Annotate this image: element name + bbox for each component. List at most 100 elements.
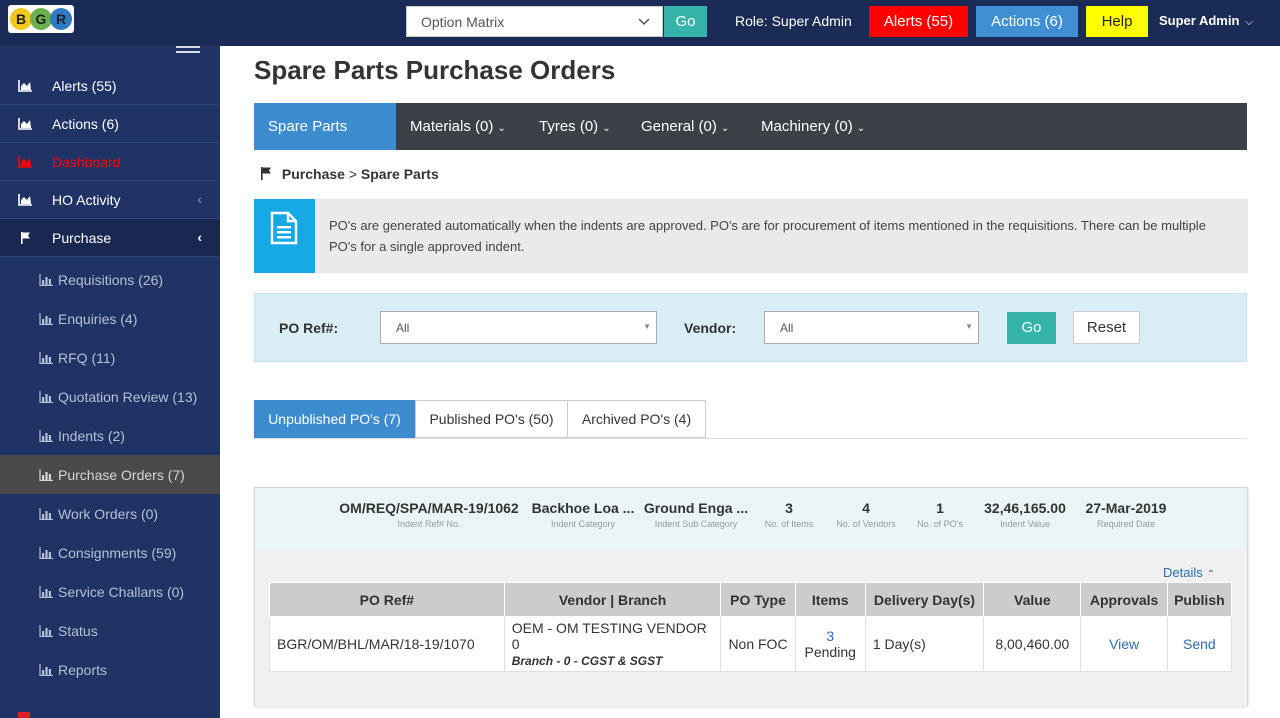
details-toggle[interactable]: Details ⌃ (1163, 565, 1215, 580)
indent-category-key: Indent Category (550, 519, 616, 529)
send-publish-link[interactable]: Send (1183, 636, 1216, 652)
sidebar-subitem-label: Quotation Review (13) (58, 389, 198, 405)
column-header: Approvals (1080, 582, 1168, 617)
area-chart-icon (18, 118, 32, 130)
indent-value-value: 32,46,165.00 (984, 500, 1066, 516)
sidebar-subitem-label: RFQ (11) (58, 350, 116, 366)
indent-summary: OM/REQ/SPA/MAR-19/1062 Indent Ref# No. Ba… (255, 488, 1247, 549)
vendor-select[interactable]: All ▼ (764, 311, 979, 344)
svg-text:G: G (36, 11, 47, 27)
column-header: Items (794, 582, 866, 617)
items-count-link[interactable]: 3 (803, 628, 858, 644)
user-menu[interactable]: Super Admin ⌵ (1159, 13, 1253, 28)
tab-tyres[interactable]: Tyres (0) ⌄ (525, 103, 625, 150)
po-type-cell: Non FOC (720, 616, 796, 672)
bar-chart-icon (39, 469, 53, 481)
view-approvals-link[interactable]: View (1109, 636, 1139, 652)
info-callout: PO's are generated automatically when th… (254, 199, 1248, 273)
svg-text:R: R (56, 11, 66, 27)
tab-published-pos[interactable]: Published PO's (50) (415, 400, 568, 438)
sidebar-subitem-service-challans[interactable]: Service Challans (0) (0, 572, 220, 611)
sidebar-subitem-rfq[interactable]: RFQ (11) (0, 338, 220, 377)
indent-items: 3 No. of Items (757, 500, 821, 529)
sidebar-subitem-work-orders[interactable]: Work Orders (0) (0, 494, 220, 533)
hamburger-menu-icon[interactable] (176, 46, 200, 58)
sidebar-next-item-icon (18, 712, 30, 718)
chevron-up-icon: ⌃ (1206, 569, 1216, 580)
tab-machinery[interactable]: Machinery (0) ⌄ (747, 103, 879, 150)
sidebar-item-ho-activity[interactable]: HO Activity ‹ (0, 181, 220, 219)
page-title: Spare Parts Purchase Orders (254, 55, 616, 85)
indent-ref-no: OM/REQ/SPA/MAR-19/1062 Indent Ref# No. (333, 500, 525, 529)
indent-required-date-key: Required Date (1096, 519, 1156, 529)
indent-sub-category: Ground Enga ... Indent Sub Category (641, 500, 751, 529)
sidebar-subitem-indents[interactable]: Indents (2) (0, 416, 220, 455)
sidebar-item-label: Actions (6) (52, 116, 119, 132)
sidebar-subitem-status[interactable]: Status (0, 611, 220, 650)
breadcrumb-root[interactable]: Purchase (282, 166, 345, 182)
column-header: Value (983, 582, 1082, 617)
option-matrix-select[interactable]: Option Matrix (406, 6, 663, 37)
bar-chart-icon (39, 391, 53, 403)
sidebar-subitem-quotation-review[interactable]: Quotation Review (13) (0, 377, 220, 416)
vendor-cell: OEM - OM TESTING VENDOR 0 Branch - 0 - CG… (503, 616, 722, 672)
tab-unpublished-pos[interactable]: Unpublished PO's (7) (254, 400, 415, 438)
chevron-down-icon: ⌄ (602, 123, 611, 134)
approvals-cell: View (1080, 616, 1168, 672)
indent-vendors-value: 4 (862, 500, 870, 516)
role-label: Role: Super Admin (735, 13, 852, 29)
indent-card: OM/REQ/SPA/MAR-19/1062 Indent Ref# No. Ba… (254, 487, 1248, 706)
bgr-logo[interactable]: B G R (8, 5, 74, 33)
indent-pos: 1 No. of PO's (911, 500, 969, 529)
help-button[interactable]: Help (1086, 6, 1148, 37)
user-name: Super Admin (1159, 13, 1240, 28)
po-table: PO Ref# Vendor | Branch PO Type Items De… (269, 582, 1233, 672)
alerts-button[interactable]: Alerts (55) (869, 6, 968, 37)
po-ref-label: PO Ref#: (279, 320, 339, 336)
tab-archived-pos[interactable]: Archived PO's (4) (567, 400, 706, 438)
sidebar-subitem-consignments[interactable]: Consignments (59) (0, 533, 220, 572)
actions-button[interactable]: Actions (6) (976, 6, 1078, 37)
tab-label: Materials (0) (410, 118, 494, 135)
indent-details-body: Details ⌃ PO Ref# Vendor | Branch PO Type… (255, 549, 1247, 706)
sidebar-subitem-label: Service Challans (0) (58, 584, 185, 600)
indent-pos-key: No. of PO's (917, 519, 963, 529)
sidebar-subitem-label: Work Orders (0) (58, 506, 159, 522)
sidebar-item-purchase[interactable]: Purchase ‹ (0, 219, 220, 257)
chevron-down-icon: ⌄ (856, 123, 866, 134)
indent-sub-category-value: Ground Enga ... (643, 500, 749, 516)
tabs-divider (254, 438, 1247, 439)
bar-chart-icon (39, 274, 53, 286)
category-tabs: Spare Parts (7) ⌄ Materials (0) ⌄ Tyres (0… (254, 103, 1247, 182)
table-header-row: PO Ref# Vendor | Branch PO Type Items De… (269, 582, 1233, 617)
po-ref-select[interactable]: All ▼ (380, 311, 657, 344)
dropdown-arrow-icon: ▼ (965, 322, 973, 331)
filter-go-button[interactable]: Go (1007, 312, 1056, 344)
chevron-down-icon: ⌵ (1245, 17, 1254, 28)
indent-vendors-key: No. of Vendors (836, 519, 896, 529)
option-matrix-value: Option Matrix (421, 14, 505, 30)
chevron-down-icon (638, 18, 650, 26)
tab-general[interactable]: General (0) ⌄ (627, 103, 743, 150)
go-button[interactable]: Go (664, 6, 707, 37)
table-row: BGR/OM/BHL/MAR/18-19/1070 OEM - OM TESTI… (269, 616, 1233, 672)
sidebar-subitem-enquiries[interactable]: Enquiries (4) (0, 299, 220, 338)
value-cell: 8,00,460.00 (983, 616, 1082, 672)
filter-panel: PO Ref#: All ▼ Vendor: All ▼ Go Reset (254, 293, 1247, 362)
document-icon (270, 211, 298, 245)
info-icon-box (254, 199, 315, 273)
tab-materials[interactable]: Materials (0) ⌄ (396, 103, 520, 150)
info-text: PO's are generated automatically when th… (329, 218, 1206, 254)
vendor-value: All (780, 321, 794, 335)
chevron-down-icon: ⌄ (720, 123, 730, 134)
flag-icon (21, 232, 30, 244)
sidebar-subitem-purchase-orders[interactable]: Purchase Orders (7) (0, 455, 220, 494)
sidebar-subitem-requisitions[interactable]: Requisitions (26) (0, 260, 220, 299)
sidebar-item-alerts[interactable]: Alerts (55) (0, 67, 220, 105)
sidebar-item-dashboard[interactable]: Dashboard (0, 143, 220, 181)
sidebar-item-actions[interactable]: Actions (6) (0, 105, 220, 143)
sidebar-subitem-reports[interactable]: Reports (0, 650, 220, 689)
filter-reset-button[interactable]: Reset (1073, 311, 1140, 344)
tab-spare-parts[interactable]: Spare Parts (7) ⌄ (254, 103, 396, 182)
delivery-cell: 1 Day(s) (864, 616, 985, 672)
